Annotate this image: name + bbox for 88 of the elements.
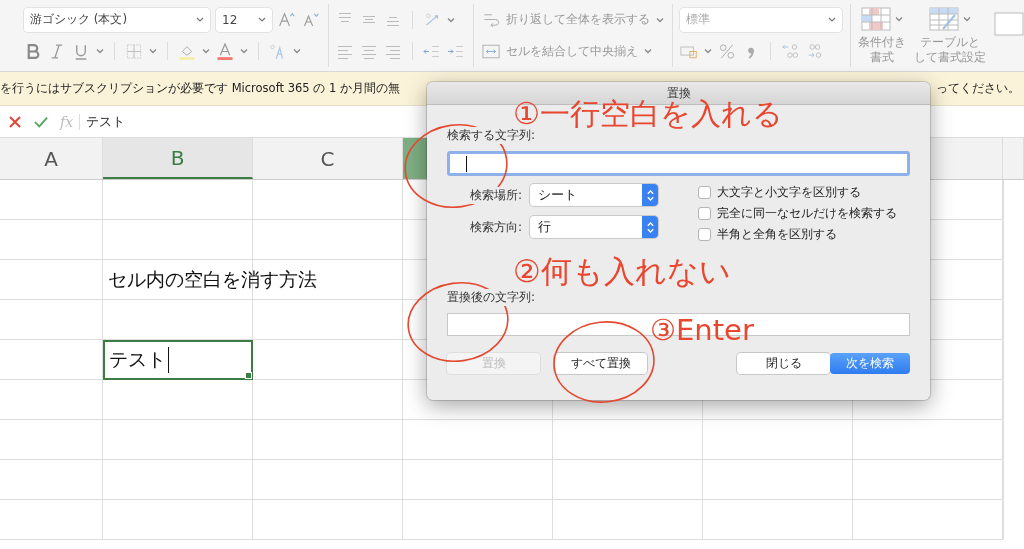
find-field[interactable] — [447, 151, 910, 176]
sheet-cell[interactable] — [0, 500, 103, 540]
sheet-cell[interactable] — [0, 380, 103, 420]
increase-decimal-icon[interactable] — [780, 42, 799, 60]
stepper-icon — [642, 216, 658, 238]
sheet-cell[interactable] — [703, 460, 853, 500]
font-size-dropdown[interactable]: 12 — [216, 7, 272, 32]
sheet-cell[interactable] — [253, 180, 403, 220]
sheet-cell[interactable] — [253, 300, 403, 340]
sheet-cell[interactable] — [553, 500, 703, 540]
column-header[interactable]: B — [103, 138, 253, 179]
wrap-text-icon[interactable] — [481, 11, 500, 29]
checkbox[interactable] — [698, 228, 711, 241]
banner-text: を行うにはサブスクリプションが必要です Microsoft 365 の 1 か月間の無 — [0, 81, 400, 96]
sheet-cell[interactable] — [253, 380, 403, 420]
banner-text: ってください。 — [936, 81, 1020, 96]
annotation-text: ②何も入れない — [513, 256, 731, 287]
sheet-cell[interactable] — [103, 220, 253, 260]
sheet-cell[interactable] — [253, 340, 403, 380]
sheet-cell[interactable] — [253, 420, 403, 460]
sheet-cell[interactable] — [0, 340, 103, 380]
sheet-cell[interactable] — [403, 460, 553, 500]
sheet-cell[interactable] — [0, 420, 103, 460]
merge-cells-icon[interactable] — [481, 42, 500, 60]
sheet-cell[interactable] — [103, 180, 253, 220]
sheet-cell[interactable] — [103, 460, 253, 500]
borders-icon[interactable] — [125, 42, 143, 60]
font-color-icon[interactable] — [216, 42, 234, 60]
caret-icon[interactable] — [643, 48, 652, 55]
search-in-popup[interactable]: シート — [530, 184, 658, 206]
annotation-text: ③Enter — [650, 316, 754, 345]
sheet-cell[interactable] — [403, 500, 553, 540]
percent-icon[interactable] — [717, 42, 736, 60]
cancel-icon[interactable] — [8, 114, 22, 129]
sheet-cell[interactable] — [853, 500, 1003, 540]
sheet-cell[interactable] — [403, 420, 553, 460]
decrease-font-icon[interactable] — [302, 11, 320, 29]
caret-icon — [963, 16, 971, 23]
sheet-cell[interactable] — [253, 460, 403, 500]
caret-icon[interactable] — [293, 48, 301, 55]
table-brush-icon — [929, 7, 959, 32]
checkbox-label[interactable]: 半角と全角を区別する — [717, 226, 837, 243]
caret-icon[interactable] — [703, 48, 712, 55]
caret-icon[interactable] — [655, 16, 664, 23]
dialog-button[interactable]: すべて置換 — [554, 353, 647, 374]
caret-icon — [895, 16, 903, 23]
conditional-formatting-icon — [861, 7, 891, 32]
checkbox-label[interactable]: 大文字と小文字を区別する — [717, 184, 861, 201]
replace-label: 置換後の文字列: — [447, 289, 536, 306]
sheet-cell[interactable] — [0, 300, 103, 340]
sheet-cell[interactable] — [253, 220, 403, 260]
checkbox-label[interactable]: 完全に同一なセルだけを検索する — [717, 205, 897, 222]
cell-text[interactable]: セル内の空白を消す方法 — [103, 260, 317, 300]
sheet-cell[interactable] — [853, 460, 1003, 500]
sheet-cell[interactable] — [103, 300, 253, 340]
chevron-icon — [827, 17, 836, 23]
increase-font-icon[interactable] — [278, 11, 296, 29]
sheet-cell[interactable] — [553, 460, 703, 500]
caret-icon[interactable] — [240, 48, 248, 55]
sheet-cell[interactable] — [0, 260, 103, 300]
stepper-icon — [642, 184, 658, 206]
cell-styles-icon[interactable] — [994, 12, 1024, 36]
sheet-cell[interactable] — [703, 500, 853, 540]
sheet-cell[interactable] — [0, 460, 103, 500]
checkbox[interactable] — [698, 186, 711, 199]
sheet-cell[interactable] — [103, 420, 253, 460]
direction-popup[interactable]: 行 — [530, 216, 658, 238]
caret-icon[interactable] — [447, 16, 456, 23]
chevron-icon — [258, 17, 266, 23]
checkmark-icon[interactable] — [34, 114, 48, 129]
find-label: 検索する文字列: — [447, 127, 536, 144]
sheet-cell[interactable] — [253, 500, 403, 540]
sheet-cell[interactable] — [0, 180, 103, 220]
caret-icon[interactable] — [202, 48, 210, 55]
chevron-icon — [196, 17, 204, 23]
sheet-cell[interactable] — [553, 420, 703, 460]
formula-field[interactable]: テスト — [86, 112, 126, 131]
selected-cell[interactable]: テスト — [103, 340, 253, 380]
font-name-dropdown[interactable]: 游ゴシック (本文) — [24, 7, 210, 32]
checkbox[interactable] — [698, 207, 711, 220]
sheet-cell[interactable] — [103, 380, 253, 420]
sheet-cell[interactable] — [0, 220, 103, 260]
sheet-cell[interactable] — [853, 420, 1003, 460]
caret-icon[interactable] — [149, 48, 157, 55]
dialog-button[interactable]: 閉じる — [737, 353, 830, 374]
caret-icon[interactable] — [96, 48, 104, 55]
sheet-cell[interactable] — [103, 500, 253, 540]
sheet-cell[interactable] — [703, 420, 853, 460]
